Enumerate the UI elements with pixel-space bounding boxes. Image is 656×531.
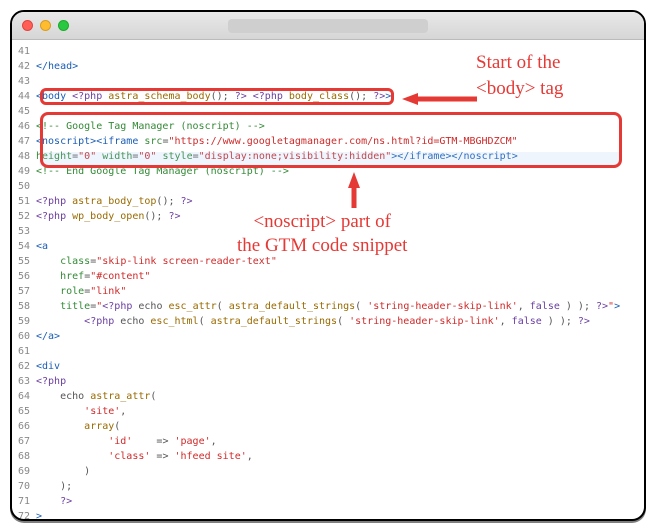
- minimize-icon[interactable]: [40, 20, 51, 31]
- code-content[interactable]: <?php: [36, 374, 644, 389]
- code-line[interactable]: 58 title="<?php echo esc_attr( astra_def…: [12, 299, 644, 314]
- line-number: 61: [12, 344, 36, 359]
- line-number: 44: [12, 89, 36, 104]
- code-line[interactable]: 68 'class' => 'hfeed site',: [12, 449, 644, 464]
- arrow-icon: [402, 92, 477, 106]
- line-number: 46: [12, 119, 36, 134]
- line-number: 42: [12, 59, 36, 74]
- code-line[interactable]: 65 'site',: [12, 404, 644, 419]
- code-content[interactable]: [36, 179, 644, 194]
- annotation-box-noscript: [40, 112, 622, 168]
- code-content[interactable]: </a>: [36, 329, 644, 344]
- line-number: 54: [12, 239, 36, 254]
- code-line[interactable]: 70 );: [12, 479, 644, 494]
- line-number: 55: [12, 254, 36, 269]
- line-number: 48: [12, 149, 36, 164]
- line-number: 64: [12, 389, 36, 404]
- maximize-icon[interactable]: [58, 20, 69, 31]
- code-line[interactable]: 64 echo astra_attr(: [12, 389, 644, 404]
- code-content[interactable]: 'class' => 'hfeed site',: [36, 449, 644, 464]
- line-number: 68: [12, 449, 36, 464]
- close-icon[interactable]: [22, 20, 33, 31]
- annotation-text: the GTM code snippet: [237, 234, 407, 258]
- line-number: 70: [12, 479, 36, 494]
- line-number: 56: [12, 269, 36, 284]
- annotation-text: Start of the: [476, 50, 563, 76]
- line-number: 72: [12, 509, 36, 521]
- browser-window: 4142</head>4344<body <?php astra_schema_…: [10, 10, 646, 521]
- address-bar[interactable]: [228, 19, 428, 33]
- line-number: 66: [12, 419, 36, 434]
- code-line[interactable]: 62<div: [12, 359, 644, 374]
- titlebar: [12, 12, 644, 40]
- line-number: 63: [12, 374, 36, 389]
- annotation-box-body-tag: [40, 88, 394, 105]
- code-content[interactable]: );: [36, 479, 644, 494]
- code-line[interactable]: 56 href="#content": [12, 269, 644, 284]
- code-content[interactable]: title="<?php echo esc_attr( astra_defaul…: [36, 299, 644, 314]
- annotation-text: <noscript> part of: [237, 210, 407, 234]
- line-number: 67: [12, 434, 36, 449]
- code-content[interactable]: <?php echo esc_html( astra_default_strin…: [36, 314, 644, 329]
- code-line[interactable]: 63<?php: [12, 374, 644, 389]
- code-content[interactable]: <?php astra_body_top(); ?>: [36, 194, 644, 209]
- code-line[interactable]: 61: [12, 344, 644, 359]
- line-number: 62: [12, 359, 36, 374]
- code-line[interactable]: 66 array(: [12, 419, 644, 434]
- line-number: 65: [12, 404, 36, 419]
- code-content[interactable]: <div: [36, 359, 644, 374]
- code-line[interactable]: 57 role="link": [12, 284, 644, 299]
- line-number: 71: [12, 494, 36, 509]
- line-number: 59: [12, 314, 36, 329]
- code-content[interactable]: [36, 344, 644, 359]
- line-number: 43: [12, 74, 36, 89]
- code-line[interactable]: 59 <?php echo esc_html( astra_default_st…: [12, 314, 644, 329]
- annotation-start-body: Start of the <body> tag: [476, 50, 563, 102]
- line-number: 50: [12, 179, 36, 194]
- line-number: 60: [12, 329, 36, 344]
- annotation-noscript-part: <noscript> part of the GTM code snippet: [237, 210, 407, 258]
- code-line[interactable]: 51<?php astra_body_top(); ?>: [12, 194, 644, 209]
- code-content[interactable]: array(: [36, 419, 644, 434]
- code-line[interactable]: 67 'id' => 'page',: [12, 434, 644, 449]
- line-number: 41: [12, 44, 36, 59]
- code-line[interactable]: 72>: [12, 509, 644, 521]
- line-number: 49: [12, 164, 36, 179]
- annotation-text: <body> tag: [476, 76, 563, 102]
- code-content[interactable]: >: [36, 509, 644, 521]
- line-number: 47: [12, 134, 36, 149]
- line-number: 53: [12, 224, 36, 239]
- code-line[interactable]: 69 ): [12, 464, 644, 479]
- window-controls: [22, 20, 69, 31]
- code-content[interactable]: ?>: [36, 494, 644, 509]
- line-number: 69: [12, 464, 36, 479]
- arrow-icon: [347, 172, 361, 208]
- line-number: 58: [12, 299, 36, 314]
- code-line[interactable]: 50: [12, 179, 644, 194]
- code-content[interactable]: 'site',: [36, 404, 644, 419]
- code-content[interactable]: echo astra_attr(: [36, 389, 644, 404]
- line-number: 45: [12, 104, 36, 119]
- code-content[interactable]: href="#content": [36, 269, 644, 284]
- code-content[interactable]: 'id' => 'page',: [36, 434, 644, 449]
- line-number: 57: [12, 284, 36, 299]
- line-number: 51: [12, 194, 36, 209]
- code-content[interactable]: role="link": [36, 284, 644, 299]
- code-line[interactable]: 60</a>: [12, 329, 644, 344]
- line-number: 52: [12, 209, 36, 224]
- code-line[interactable]: 71 ?>: [12, 494, 644, 509]
- code-content[interactable]: ): [36, 464, 644, 479]
